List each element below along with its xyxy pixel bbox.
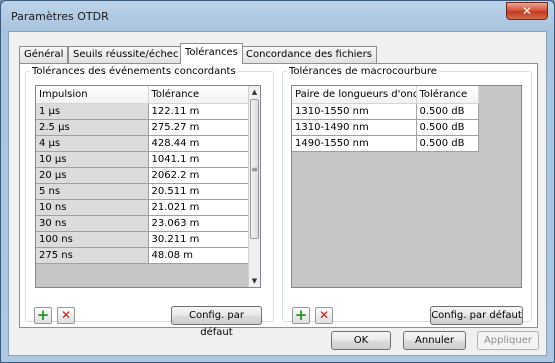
tab-file-matching[interactable]: Concordance des fichiers — [241, 46, 377, 63]
apply-button[interactable]: Appliquer — [477, 331, 539, 350]
events-grid[interactable]: Impulsion Tolérance 1 µs 122.11 m 2.5 µs 2… — [35, 85, 261, 288]
events-group-legend: Tolérances des événements concordants — [32, 66, 236, 77]
column-header-tolerance[interactable]: Tolérance — [148, 86, 250, 104]
scroll-down-icon[interactable]: ▼ — [249, 275, 260, 287]
scroll-up-icon[interactable]: ▲ — [249, 86, 260, 98]
table-row[interactable]: 30 ns 23.063 m — [36, 215, 250, 232]
tab-general[interactable]: Général — [19, 46, 69, 63]
tolerance-cell[interactable]: 1041.1 m — [148, 151, 250, 168]
table-row[interactable]: 2.5 µs 275.27 m — [36, 119, 250, 136]
macro-group-legend: Tolérances de macrocourbure — [289, 66, 437, 77]
pulse-cell[interactable]: 30 ns — [36, 215, 149, 232]
table-row[interactable]: 1 µs 122.11 m — [36, 103, 250, 120]
tolerance-cell[interactable]: 2062.2 m — [148, 167, 250, 184]
add-macrobend-button[interactable]: + — [292, 307, 310, 324]
tolerances-panel: Tolérances des événements concordants Im… — [19, 63, 538, 338]
tolerance-cell[interactable]: 0.500 dB — [416, 135, 479, 152]
tolerance-cell[interactable]: 0.500 dB — [416, 103, 479, 120]
macro-header-row: Paire de longueurs d'onde Tolérance — [292, 86, 479, 104]
pulse-cell[interactable]: 10 µs — [36, 151, 149, 168]
table-row[interactable]: 10 ns 21.021 m — [36, 199, 250, 216]
tolerance-cell[interactable]: 275.27 m — [148, 119, 250, 136]
tolerance-cell[interactable]: 0.500 dB — [416, 119, 479, 136]
pulse-cell[interactable]: 10 ns — [36, 199, 149, 216]
wavelength-pair-cell[interactable]: 1490-1550 nm — [292, 135, 417, 152]
wavelength-pair-cell[interactable]: 1310-1490 nm — [292, 119, 417, 136]
plus-icon: + — [36, 306, 50, 324]
add-event-button[interactable]: + — [34, 307, 52, 324]
events-scrollbar[interactable]: ▲ ≡ ▼ — [248, 86, 260, 287]
ok-button[interactable]: OK — [331, 331, 391, 350]
tolerance-cell[interactable]: 48.08 m — [148, 247, 250, 264]
tolerance-cell[interactable]: 122.11 m — [148, 103, 250, 120]
tolerance-cell[interactable]: 23.063 m — [148, 215, 250, 232]
column-header-impulsion[interactable]: Impulsion — [36, 86, 149, 104]
events-default-button[interactable]: Config. par défaut — [171, 306, 262, 338]
title-bar[interactable]: Paramètres OTDR ✕ — [1, 1, 554, 31]
table-row[interactable]: 20 µs 2062.2 m — [36, 167, 250, 184]
pulse-cell[interactable]: 4 µs — [36, 135, 149, 152]
tolerance-cell[interactable]: 30.211 m — [148, 231, 250, 248]
table-row[interactable]: 1310-1490 nm 0.500 dB — [292, 119, 479, 136]
macrobend-grid[interactable]: Paire de longueurs d'onde Tolérance 1310… — [291, 85, 522, 288]
pulse-cell[interactable]: 2.5 µs — [36, 119, 149, 136]
remove-icon: ✕ — [60, 308, 72, 322]
dialog-window: Paramètres OTDR ✕ Général Seuils réussit… — [0, 0, 555, 363]
macrobend-table: Paire de longueurs d'onde Tolérance 1310… — [292, 86, 479, 152]
pulse-cell[interactable]: 100 ns — [36, 231, 149, 248]
remove-event-button[interactable]: ✕ — [57, 307, 75, 324]
table-row[interactable]: 100 ns 30.211 m — [36, 231, 250, 248]
dialog-client: Général Seuils réussite/échec Tolérances… — [8, 31, 547, 356]
macrobend-default-button[interactable]: Config. par défaut — [430, 306, 523, 325]
pulse-cell[interactable]: 5 ns — [36, 183, 149, 200]
column-header-tolerance[interactable]: Tolérance — [416, 86, 479, 104]
tab-thresholds[interactable]: Seuils réussite/échec — [68, 46, 184, 63]
cancel-button[interactable]: Annuler — [403, 331, 466, 350]
pulse-cell[interactable]: 20 µs — [36, 167, 149, 184]
table-row[interactable]: 1310-1550 nm 0.500 dB — [292, 103, 479, 120]
wavelength-pair-cell[interactable]: 1310-1550 nm — [292, 103, 417, 120]
events-header-row: Impulsion Tolérance — [36, 86, 250, 104]
window-title: Paramètres OTDR — [11, 10, 109, 23]
plus-icon: + — [294, 306, 308, 324]
events-table: Impulsion Tolérance 1 µs 122.11 m 2.5 µs 2… — [36, 86, 250, 264]
tab-tolerances[interactable]: Tolérances — [180, 43, 243, 64]
pulse-cell[interactable]: 275 ns — [36, 247, 149, 264]
scroll-thumb[interactable]: ≡ — [250, 99, 259, 239]
tolerance-cell[interactable]: 428.44 m — [148, 135, 250, 152]
close-button[interactable]: ✕ — [506, 2, 548, 20]
tolerance-cell[interactable]: 21.021 m — [148, 199, 250, 216]
table-row[interactable]: 5 ns 20.511 m — [36, 183, 250, 200]
grip-icon: ≡ — [251, 165, 258, 174]
pulse-cell[interactable]: 1 µs — [36, 103, 149, 120]
table-row[interactable]: 10 µs 1041.1 m — [36, 151, 250, 168]
table-row[interactable]: 4 µs 428.44 m — [36, 135, 250, 152]
table-row[interactable]: 1490-1550 nm 0.500 dB — [292, 135, 479, 152]
column-header-wavelength-pair[interactable]: Paire de longueurs d'onde — [292, 86, 417, 104]
remove-macrobend-button[interactable]: ✕ — [315, 307, 333, 324]
close-icon: ✕ — [521, 4, 533, 18]
remove-icon: ✕ — [318, 308, 330, 322]
tolerance-cell[interactable]: 20.511 m — [148, 183, 250, 200]
table-row[interactable]: 275 ns 48.08 m — [36, 247, 250, 264]
